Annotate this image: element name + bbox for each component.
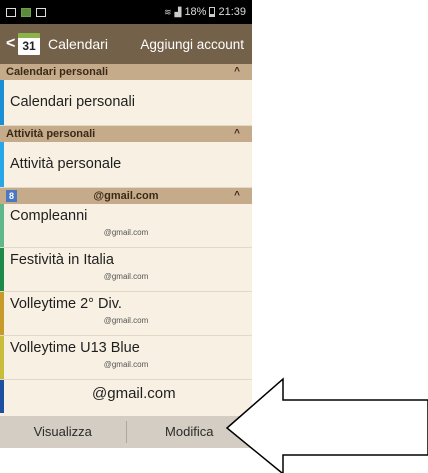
signal-icon: ▟: [174, 6, 182, 17]
calendar-item-title: Volleytime U13 Blue: [10, 340, 140, 356]
calendar-item-volleytime-u13[interactable]: Volleytime U13 Blue @gmail.com: [0, 336, 252, 380]
section-header-label: Attività personali: [6, 128, 96, 140]
section-header-label: @gmail.com: [93, 190, 159, 202]
calendar-color-bar: [0, 204, 4, 247]
wifi-icon: ≋: [163, 6, 172, 17]
section-header-google-account[interactable]: 8 @gmail.com ^: [0, 188, 252, 204]
calendar-item-account: @gmail.com: [103, 360, 149, 369]
status-bar: ≋ ▟ 18% 21:39: [0, 0, 252, 24]
clock: 21:39: [218, 6, 246, 18]
calendar-color-bar: [0, 336, 4, 379]
add-account-button[interactable]: Aggiungi account: [140, 37, 252, 52]
calendar-item-title: Calendari personali: [10, 94, 135, 110]
calendar-notification-icon: [21, 7, 31, 17]
calendar-item-title: Attività personale: [10, 156, 122, 172]
phone-screen: ≋ ▟ 18% 21:39 < 31 Calendari Aggiungi ac…: [0, 0, 252, 473]
section-header-personal-tasks[interactable]: Attività personali ^: [0, 126, 252, 142]
calendar-item-volleytime-2-div[interactable]: Volleytime 2° Div. @gmail.com: [0, 292, 252, 336]
edit-button[interactable]: Modifica: [127, 416, 253, 448]
chevron-up-icon[interactable]: ^: [234, 126, 240, 142]
chevron-up-icon[interactable]: ^: [234, 64, 240, 80]
calendar-color-bar: [0, 292, 4, 335]
view-button[interactable]: Visualizza: [0, 416, 126, 448]
google-account-icon: 8: [6, 190, 17, 202]
calendar-item-account: @gmail.com: [103, 316, 149, 325]
calendar-color-bar: [0, 80, 4, 125]
calendar-item-personal[interactable]: Calendari personali: [0, 80, 252, 126]
task-item-personal[interactable]: Attività personale: [0, 142, 252, 188]
battery-percent: 18%: [184, 6, 207, 18]
calendar-list: Calendari personali ^ Calendari personal…: [0, 64, 252, 416]
section-header-personal-calendars[interactable]: Calendari personali ^: [0, 64, 252, 80]
chevron-up-icon[interactable]: ^: [234, 188, 240, 204]
calendar-color-bar: [0, 380, 4, 413]
calendar-item-title: Compleanni: [10, 208, 88, 224]
calendar-color-bar: [0, 248, 4, 291]
calendar-item-birthdays[interactable]: Compleanni @gmail.com: [0, 204, 252, 248]
calendar-app-icon[interactable]: 31: [18, 33, 40, 55]
notification-icons: [6, 7, 46, 17]
calendar-item-account: @gmail.com: [103, 228, 149, 237]
calendar-item-account: @gmail.com: [103, 272, 149, 281]
app-title[interactable]: Calendari: [48, 36, 108, 52]
arrow-icon: [225, 377, 428, 473]
bottom-action-bar: Visualizza Modifica: [0, 416, 252, 448]
image-icon: [36, 7, 46, 17]
partial-account-label: @gmail.com: [92, 385, 176, 402]
screen-bottom-padding: [0, 448, 252, 473]
calendar-item-title: Volleytime 2° Div.: [10, 296, 122, 312]
action-bar: < 31 Calendari Aggiungi account: [0, 24, 252, 64]
screenshot-icon: [6, 7, 16, 17]
calendar-color-bar: [0, 142, 4, 187]
calendar-item-title: Festività in Italia: [10, 252, 114, 268]
section-header-label: Calendari personali: [6, 66, 109, 78]
battery-icon: [209, 7, 216, 17]
back-icon[interactable]: <: [0, 35, 15, 53]
status-indicators: ≋ ▟ 18% 21:39: [164, 6, 246, 18]
calendar-item-holidays-italy[interactable]: Festività in Italia @gmail.com: [0, 248, 252, 292]
